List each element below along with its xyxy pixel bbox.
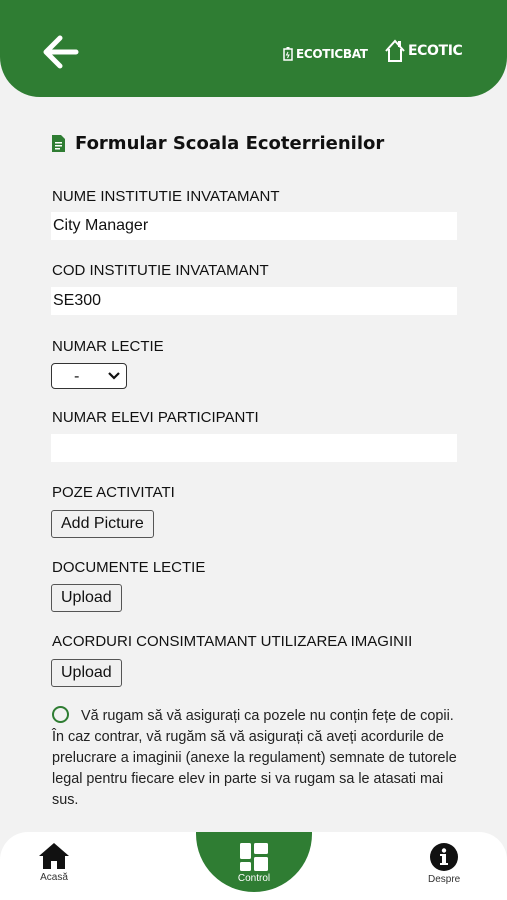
back-button[interactable]: [38, 32, 82, 72]
form-title: Formular Scoala Ecoterrienilor: [75, 133, 385, 154]
info-icon: [430, 843, 459, 871]
institution-code-label: COD INSTITUTIE INVATAMANT: [52, 262, 269, 279]
lesson-number-select[interactable]: -: [51, 363, 127, 389]
institution-name-label: NUME INSTITUTIE INVATAMANT: [52, 188, 280, 205]
logo-primary-text: ECOTICBAT: [296, 47, 368, 61]
institution-name-input[interactable]: [51, 212, 457, 240]
nav-control-label: Control: [237, 873, 271, 884]
ecoticbat-logo: ECOTICBAT: [283, 43, 368, 65]
battery-icon: [283, 47, 293, 61]
consent-radio[interactable]: [52, 706, 69, 723]
form-title-row: Formular Scoala Ecoterrienilor: [52, 133, 384, 154]
add-picture-button[interactable]: Add Picture: [51, 510, 154, 538]
nav-home[interactable]: Acasă: [38, 842, 70, 883]
consent-docs-label: ACORDURI CONSIMTAMANT UTILIZAREA IMAGINI…: [52, 633, 413, 650]
consent-notice: Vă rugam să vă asigurați ca pozele nu co…: [52, 706, 462, 811]
grid-icon: [240, 843, 268, 871]
participants-label: NUMAR ELEVI PARTICIPANTI: [52, 409, 259, 426]
lesson-number-label: NUMAR LECTIE: [52, 338, 164, 355]
institution-code-input[interactable]: [51, 287, 457, 315]
chevron-down-icon: [108, 372, 120, 380]
house-logo-icon: [385, 39, 405, 62]
lesson-number-selected: -: [74, 367, 80, 385]
screen: ECOTICBAT ECOTIC Formular Scoala Ecoterr…: [0, 0, 507, 900]
photos-label: POZE ACTIVITATI: [52, 484, 175, 501]
documents-upload-button[interactable]: Upload: [51, 584, 122, 612]
nav-home-label: Acasă: [40, 872, 68, 883]
consent-text: Vă rugam să vă asigurați ca pozele nu co…: [52, 708, 457, 808]
document-icon: [52, 135, 65, 152]
app-header: ECOTICBAT ECOTIC: [0, 0, 507, 97]
logo-secondary-text: ECOTIC: [408, 43, 463, 59]
home-icon: [39, 843, 69, 869]
nav-about-label: Despre: [428, 874, 461, 885]
nav-about[interactable]: Despre: [428, 842, 460, 885]
documents-label: DOCUMENTE LECTIE: [52, 559, 206, 576]
arrow-left-icon: [43, 35, 79, 69]
consent-docs-upload-button[interactable]: Upload: [51, 659, 122, 687]
participants-input[interactable]: [51, 434, 457, 462]
ecotic-logo: ECOTIC: [384, 36, 463, 66]
